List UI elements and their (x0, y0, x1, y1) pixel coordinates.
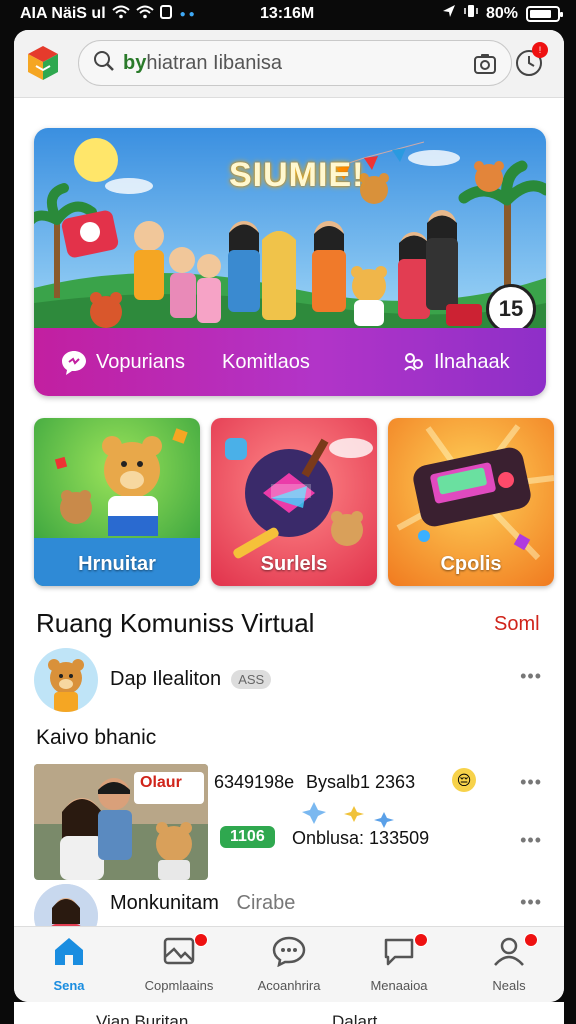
hero-action-ilnahaak[interactable]: Ilnahaak (402, 350, 510, 374)
search-input[interactable]: byhiatran Iibanisa (123, 52, 282, 75)
see-all-link[interactable]: Soml (494, 613, 540, 636)
post-item[interactable]: Dap Ilealiton ASS ••• (14, 648, 564, 714)
dual-sim-icon (135, 5, 154, 24)
category-card-hrnuitar[interactable]: Hrnuitar (34, 418, 200, 586)
post-item[interactable]: Monkunitam Cirabe ••• (14, 884, 564, 948)
post-item-featured[interactable]: Olaur 6349198e Bysalb1 2363 😔 ••• 1106 O… (14, 764, 564, 882)
category-card-surlels[interactable]: Surlels (211, 418, 377, 586)
hero-count-badge[interactable]: 15 (486, 284, 536, 334)
nav-home[interactable]: Sena (14, 935, 124, 993)
avatar[interactable] (34, 648, 98, 712)
category-label: Hrnuitar (78, 553, 156, 575)
battery-percent: 80% (485, 4, 518, 22)
search-bar[interactable]: byhiatran Iibanisa (78, 40, 512, 86)
category-label: Surlels (260, 553, 328, 575)
gallery-icon (163, 937, 195, 965)
hero-action-label: Ilnahaak (434, 350, 510, 373)
category-card-cpolis[interactable]: Cpolis (388, 418, 554, 586)
emoji-text: 😔 (456, 771, 472, 788)
status-pill[interactable]: 1106 (220, 826, 275, 848)
wifi-icon (111, 5, 130, 24)
more-options-icon[interactable]: ••• (520, 892, 542, 913)
message-icon (384, 938, 414, 966)
nav-label: Menaaioa (370, 978, 428, 993)
bear-avatar-icon (48, 659, 84, 712)
post-tag: Cirabe (236, 892, 296, 914)
nav-label: Copmlaains (144, 978, 214, 993)
more-options-icon[interactable]: ••• (520, 666, 542, 687)
hero-action-bar: Vopurians Komitlaos Ilnahaak (34, 328, 546, 396)
nav-badge (524, 933, 538, 947)
post-image[interactable]: Olaur (34, 764, 208, 880)
group-icon (404, 353, 423, 371)
notification-badge: ! (532, 42, 548, 58)
bottom-navigation: Sena Copmlaains Acoanhrira Menaaioa Neal… (14, 926, 564, 1002)
nav-messages[interactable]: Menaaioa (344, 933, 454, 993)
hero-action-label: Vopurians (96, 350, 185, 373)
camera-icon[interactable] (473, 52, 497, 81)
post-author: Monkunitam Cirabe (110, 892, 295, 915)
section-title: Ruang Komuniss Virtual (36, 608, 315, 638)
more-options-icon[interactable]: ••• (520, 772, 542, 793)
chat-bubble-icon (62, 351, 86, 375)
post-tag: ASS (231, 670, 272, 690)
nav-gallery[interactable]: Copmlaains (124, 933, 234, 993)
post-author: Dap Ilealiton ASS (110, 668, 272, 691)
top-bar: byhiatran Iibanisa ! (14, 30, 564, 98)
subsection-heading: Kaivo bhanic (36, 726, 157, 749)
vibrate-icon (464, 4, 478, 23)
status-bar: AIA NäiS ul ●● 13:16M 80% (0, 0, 576, 28)
chat-icon (272, 936, 306, 968)
nav-label: Acoanhrira (257, 978, 321, 993)
data-icon (159, 4, 172, 24)
post-author-name: Dap Ilealiton (110, 668, 222, 690)
post-author-name: Vian Buritan (96, 1012, 189, 1024)
search-query: hiatran Iibanisa (146, 51, 282, 74)
nav-label: Sena (53, 978, 85, 993)
post-stat-views: 6349198e (214, 772, 295, 792)
nav-badge (414, 933, 428, 947)
post-stat-online: Onblusa: 133509 (292, 828, 430, 848)
emoji-reaction[interactable]: 😔 (452, 768, 476, 792)
friends-photo-icon (34, 764, 208, 880)
search-brand: by (123, 51, 147, 74)
hero-action-komitlaos[interactable]: Komitlaos (222, 351, 310, 374)
post-image-label: Olaur (140, 774, 182, 791)
category-label: Cpolis (440, 553, 502, 575)
battery-icon (526, 5, 563, 22)
nav-chat[interactable]: Acoanhrira (234, 935, 344, 993)
post-tag: Dalart (332, 1012, 378, 1024)
notification-dots-icon: ●● (179, 8, 198, 20)
hero-action-label: Komitlaos (222, 350, 310, 373)
app-screen: byhiatran Iibanisa ! SIUMIE! 15 Vopurian… (14, 30, 564, 1002)
status-time: 13:16M (260, 5, 315, 22)
location-icon (442, 4, 456, 23)
battery-level (530, 9, 551, 18)
profile-icon (494, 937, 524, 966)
more-options-icon[interactable]: ••• (520, 830, 542, 851)
hero-action-vopurians[interactable]: Vopurians (60, 348, 185, 376)
post-author-name: Monkunitam (110, 892, 219, 914)
nav-profile[interactable]: Neals (454, 933, 564, 993)
hero-banner[interactable]: SIUMIE! 15 Vopurians Komitlaos Ilnahaak (34, 128, 546, 396)
nav-badge (194, 933, 208, 947)
notification-button[interactable]: ! (514, 42, 548, 78)
home-icon (55, 938, 83, 965)
carrier-label: AIA NäiS ul (20, 5, 106, 22)
search-icon (93, 50, 115, 77)
post-item-peek[interactable]: Vian Buritan Dalart (14, 1002, 564, 1024)
app-logo-icon[interactable] (28, 46, 58, 80)
hero-title: SIUMIE! (229, 156, 365, 194)
nav-label: Neals (492, 978, 526, 993)
